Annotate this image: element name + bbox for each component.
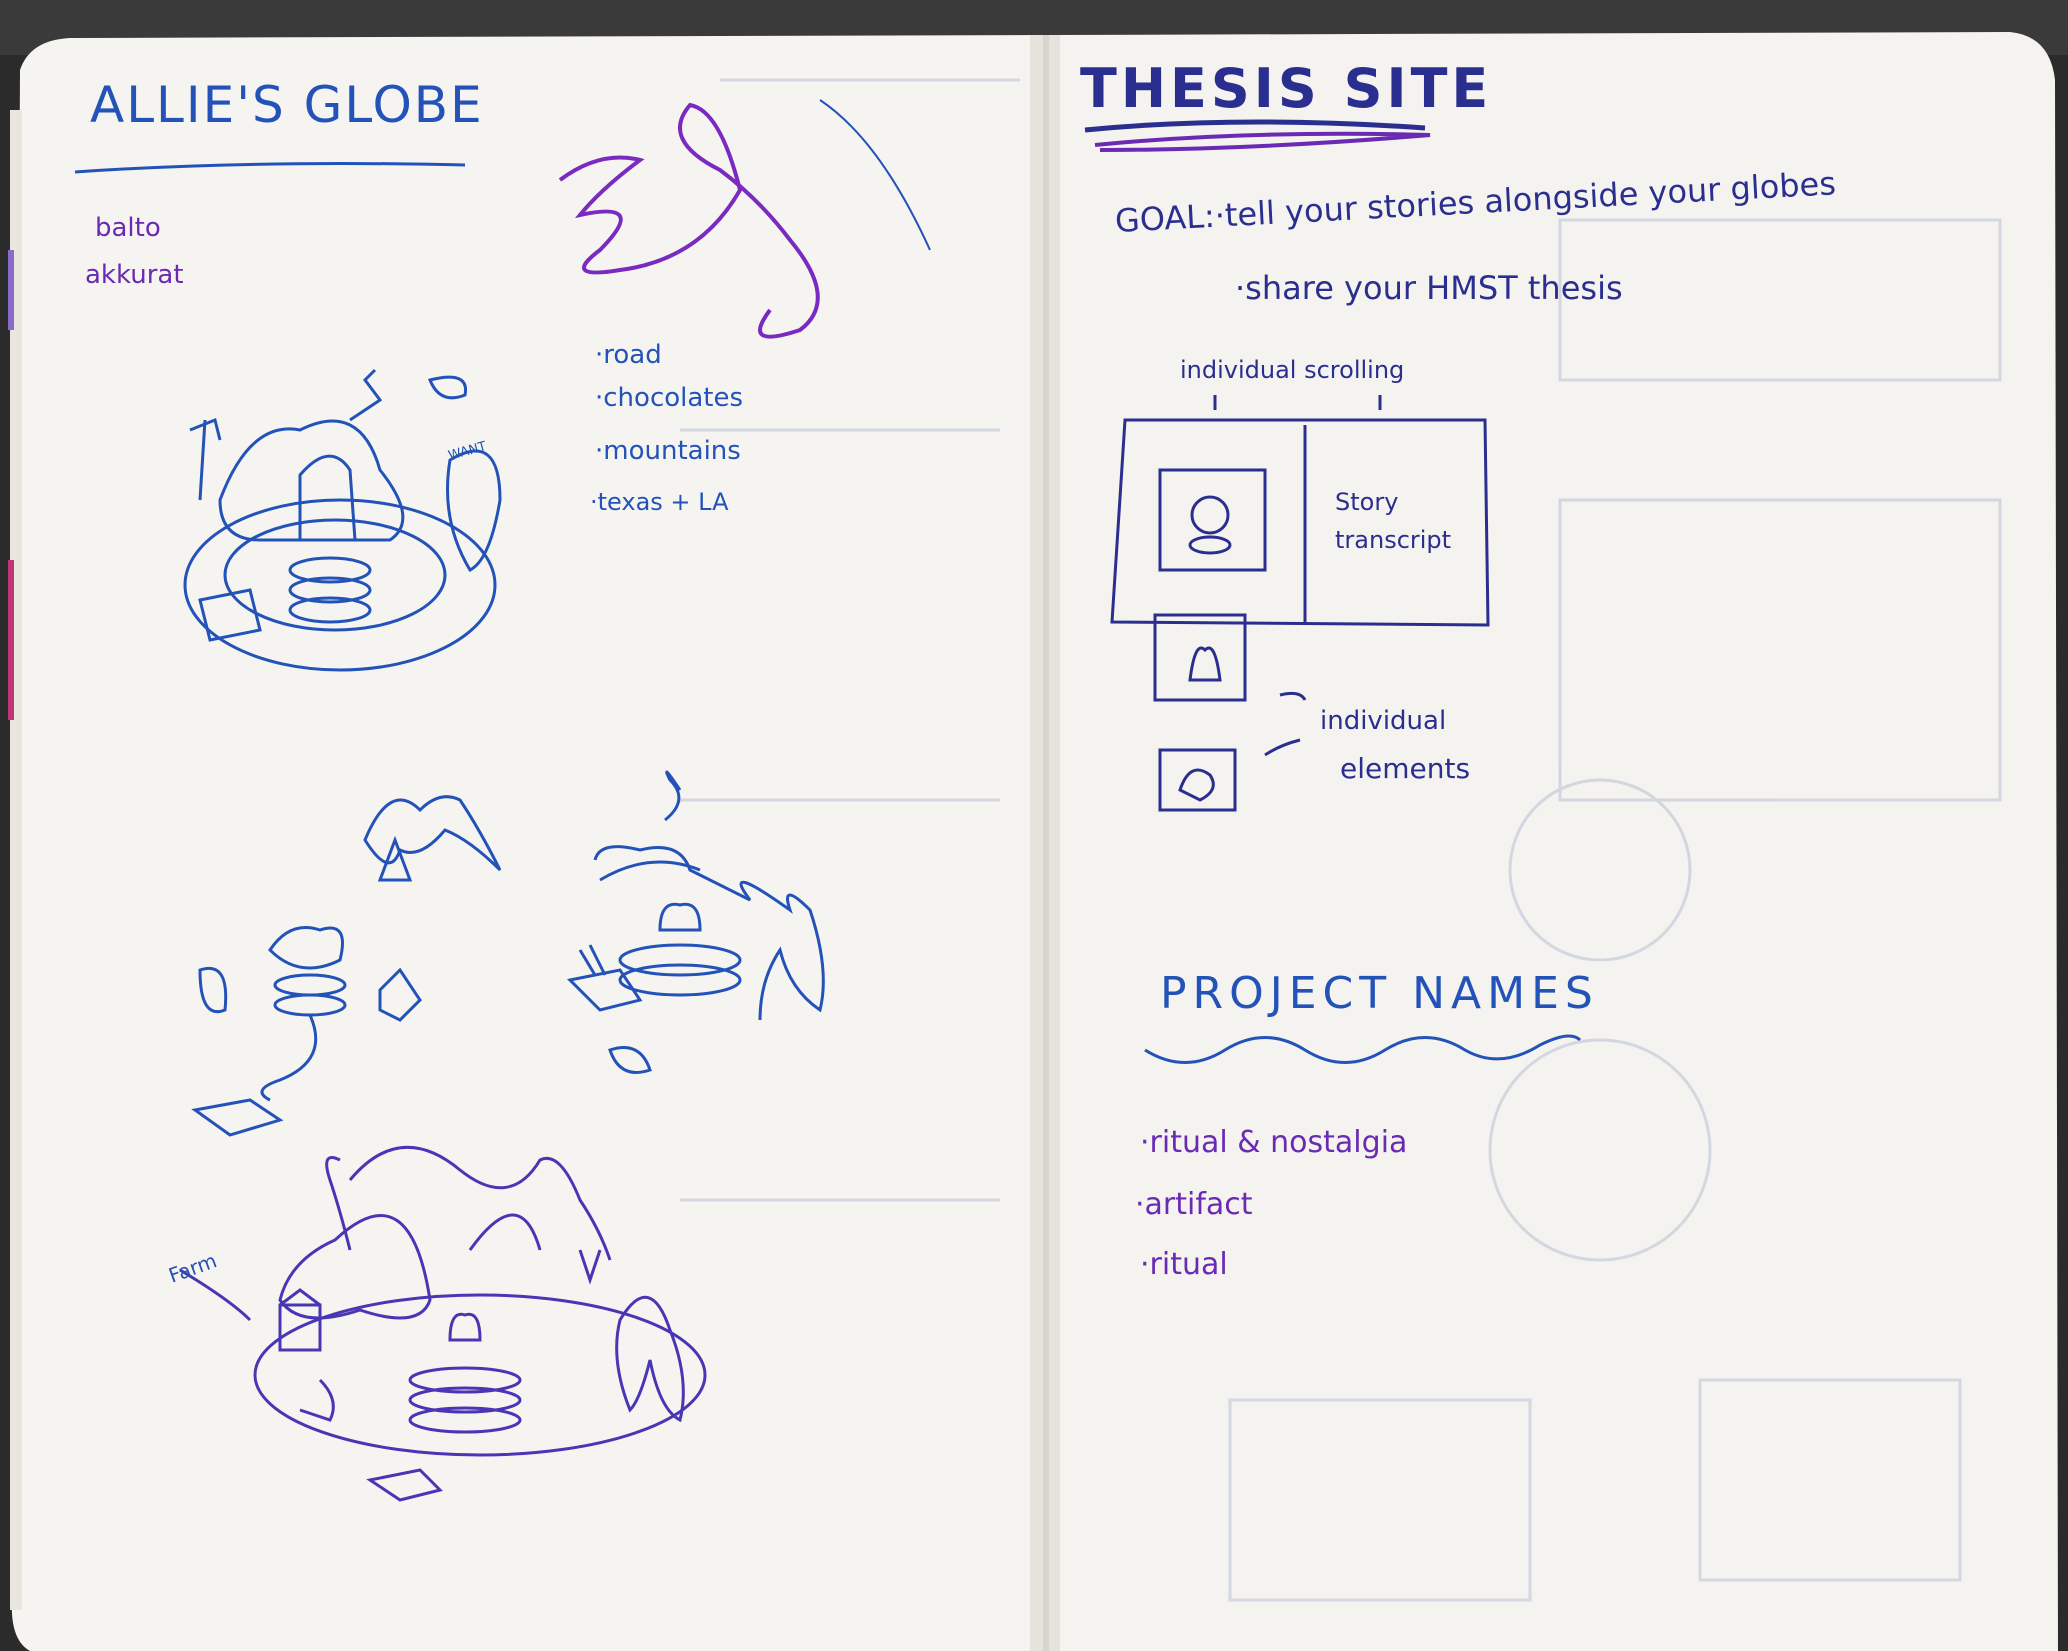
elements-label-1: individual [1320,706,1447,736]
project-name-3: ·ritual [1140,1247,1228,1282]
font-note-1: balto [95,213,161,243]
elements-label-2: elements [1340,752,1471,785]
list-item-texas-la: ·texas + LA [590,488,729,516]
scroll-label: individual scrolling [1180,356,1405,384]
story-label-2: transcript [1335,526,1452,554]
story-label-1: Story [1335,488,1399,516]
font-note-2: akkurat [85,260,184,290]
list-item-mountains: ·mountains [595,436,741,466]
right-page-title: THESIS SITE [1080,57,1493,120]
project-names-heading: PROJECT NAMES [1160,968,1599,1019]
sketchbook-spread: ALLIE'S GLOBE balto akkurat ·road ·choco… [0,0,2068,1651]
project-name-1: ·ritual & nostalgia [1140,1125,1408,1160]
goal-line-2: ·share your HMST thesis [1235,269,1623,307]
sketchbook-drawing [0,0,2068,1651]
left-page-title: ALLIE'S GLOBE [90,76,484,134]
list-item-road: ·road [595,340,662,370]
list-item-chocolates: ·chocolates [595,383,744,413]
project-name-2: ·artifact [1135,1187,1253,1222]
